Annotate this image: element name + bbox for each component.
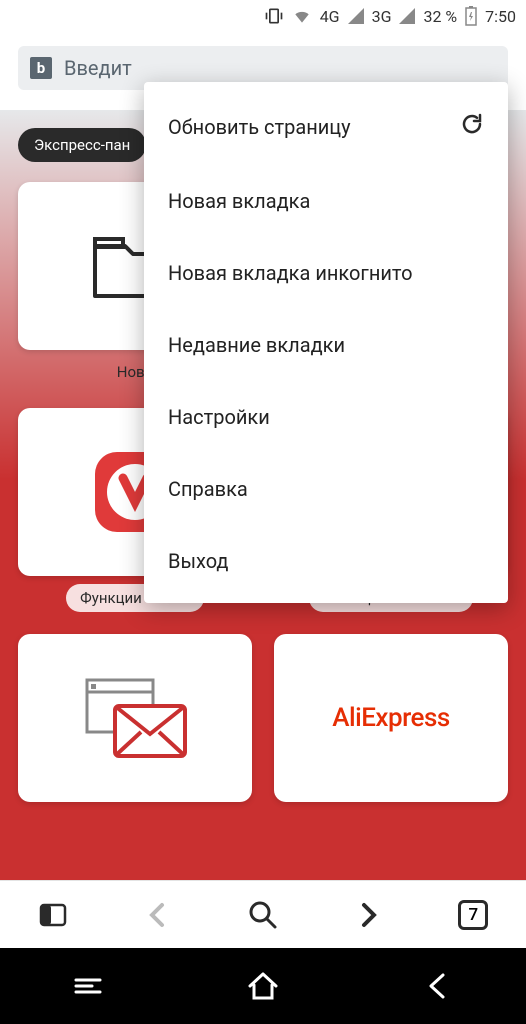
tab-count: 7 <box>458 900 488 930</box>
menu-exit[interactable]: Выход <box>144 525 508 597</box>
battery-icon <box>465 6 477 26</box>
menu-incognito-tab[interactable]: Новая вкладка инкогнито <box>144 237 508 309</box>
bing-icon: b <box>30 57 52 79</box>
aliexpress-logo: AliExpress <box>332 703 450 733</box>
search-button[interactable] <box>239 891 287 939</box>
system-back-button[interactable] <box>408 956 468 1016</box>
signal-icon-2 <box>399 8 415 24</box>
status-bar: 4G 3G 32 % 7:50 <box>0 0 526 32</box>
vibrate-icon <box>264 6 284 26</box>
forward-button[interactable] <box>344 891 392 939</box>
overflow-menu: Обновить страницу Новая вкладка Новая вк… <box>144 82 508 603</box>
system-navigation <box>0 948 526 1024</box>
menu-recent-tabs[interactable]: Недавние вкладки <box>144 309 508 381</box>
tile-aliexpress[interactable]: AliExpress <box>274 634 508 802</box>
clock: 7:50 <box>485 7 516 26</box>
network-4g: 4G <box>320 7 340 26</box>
browser-toolbar: 7 <box>0 880 526 948</box>
tabs-button[interactable]: 7 <box>449 891 497 939</box>
back-button[interactable] <box>134 891 182 939</box>
battery-label: 32 % <box>423 7 457 26</box>
menu-new-tab[interactable]: Новая вкладка <box>144 165 508 237</box>
panel-toggle-button[interactable] <box>29 891 77 939</box>
menu-help[interactable]: Справка <box>144 453 508 525</box>
mail-window-icon <box>75 668 195 768</box>
wifi-icon <box>292 6 312 26</box>
tile-mail[interactable] <box>18 634 252 802</box>
home-button[interactable] <box>233 956 293 1016</box>
recent-apps-button[interactable] <box>58 956 118 1016</box>
signal-icon-1 <box>348 8 364 24</box>
refresh-icon <box>460 112 484 141</box>
menu-settings[interactable]: Настройки <box>144 381 508 453</box>
network-3g: 3G <box>372 7 392 26</box>
menu-refresh[interactable]: Обновить страницу <box>144 88 508 165</box>
category-chip[interactable]: Экспресс-пан <box>18 128 146 162</box>
search-placeholder: Введит <box>64 56 132 80</box>
